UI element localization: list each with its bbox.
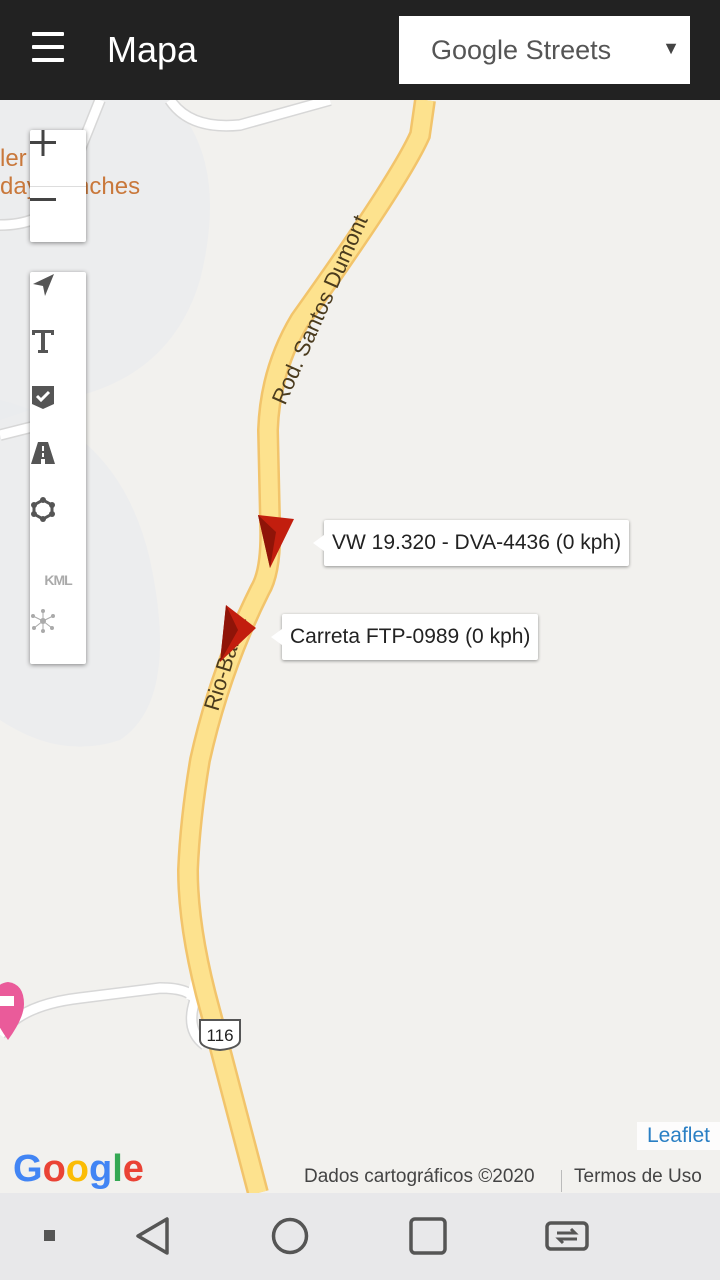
map-canvas[interactable]: Rod. Santos Dumont Rio-Bahia 116 ler day… — [0, 100, 720, 1193]
nav-recents-button[interactable] — [398, 1211, 458, 1261]
switch-apps-icon — [545, 1221, 589, 1251]
cluster-icon — [31, 609, 55, 633]
road-label-main: Rod. Santos Dumont — [267, 211, 373, 408]
home-circle-icon — [271, 1217, 309, 1255]
kml-button[interactable]: KML — [30, 552, 86, 608]
nav-home-button[interactable] — [260, 1211, 320, 1261]
route-shield: 116 — [199, 1019, 241, 1052]
nav-switch-button[interactable] — [537, 1211, 597, 1261]
poi-label-line1: ler — [0, 145, 27, 172]
map-layer-select[interactable]: Google Streets ▼ — [399, 16, 690, 84]
map-layer-selected: Google Streets — [431, 35, 612, 65]
leaflet-link[interactable]: Leaflet — [636, 1122, 720, 1150]
terms-link[interactable]: Termos de Uso — [574, 1166, 702, 1188]
polygon-icon — [31, 497, 55, 522]
app-header: Mapa Google Streets ▼ — [0, 0, 720, 100]
nav-dot-button[interactable] — [20, 1211, 80, 1261]
zoom-out-button[interactable] — [30, 186, 86, 243]
text-icon — [32, 330, 54, 353]
shield-check-icon — [32, 386, 54, 409]
locate-button[interactable] — [30, 272, 86, 328]
back-triangle-icon — [136, 1217, 169, 1255]
route-tool-button[interactable] — [30, 440, 86, 496]
marker-tooltip: Carreta FTP-0989 (0 kph) — [270, 614, 539, 660]
navigation-arrow-icon — [33, 274, 54, 296]
page-title: Mapa — [107, 29, 198, 70]
checkpoint-tool-button[interactable] — [30, 384, 86, 440]
google-logo: Google — [13, 1148, 144, 1190]
attribution-divider — [561, 1170, 562, 1192]
draw-toolbar: KML — [30, 272, 86, 664]
recents-square-icon — [409, 1217, 447, 1255]
road-icon — [31, 442, 55, 464]
cluster-button[interactable] — [30, 608, 86, 664]
poi-pin-icon[interactable] — [0, 982, 24, 1040]
polygon-tool-button[interactable] — [30, 496, 86, 552]
zoom-control — [30, 130, 86, 242]
kml-label: KML — [44, 572, 72, 588]
marker-tooltip: VW 19.320 - DVA-4436 (0 kph) — [312, 520, 630, 566]
chevron-down-icon: ▼ — [662, 38, 680, 58]
menu-icon[interactable] — [32, 32, 64, 62]
plus-icon — [30, 130, 56, 156]
map-data-attribution: Dados cartográficos ©2020 — [304, 1166, 535, 1187]
text-tool-button[interactable] — [30, 328, 86, 384]
minus-icon — [30, 198, 56, 201]
route-shield-label: 116 — [206, 1026, 233, 1045]
zoom-in-button[interactable] — [30, 130, 86, 186]
system-nav-bar — [0, 1193, 720, 1280]
nav-back-button[interactable] — [122, 1211, 182, 1261]
square-dot-icon — [44, 1230, 55, 1241]
